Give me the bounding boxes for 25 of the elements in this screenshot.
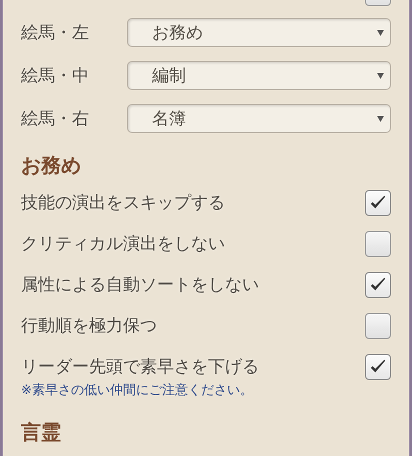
- field-label: 絵馬・中: [21, 65, 90, 87]
- section-heading: お務め: [21, 152, 82, 179]
- checkmark-icon: [369, 194, 387, 212]
- checkbox[interactable]: [365, 272, 391, 298]
- dropdown[interactable]: 名簿: [127, 104, 391, 133]
- checkbox[interactable]: [365, 312, 391, 338]
- checkbox[interactable]: [365, 230, 391, 256]
- dropdown[interactable]: 編制: [127, 61, 391, 90]
- option-label: 属性による自動ソートをしない: [21, 274, 259, 296]
- caret-icon: [377, 30, 384, 36]
- option-label: リーダー先頭で素早さを下げる: [21, 356, 259, 378]
- checkmark-icon: [369, 358, 387, 376]
- note-text: ※素早さの低い仲間にご注意ください。: [21, 382, 254, 399]
- dropdown[interactable]: お務め: [127, 18, 391, 47]
- caret-icon: [377, 72, 384, 78]
- option-label: クリティカル演出をしない: [21, 233, 225, 255]
- option-label: 技能の演出をスキップする: [21, 192, 225, 214]
- checkbox[interactable]: [365, 354, 391, 380]
- checkmark-icon: [369, 276, 387, 294]
- checkbox[interactable]: [365, 190, 391, 216]
- section-heading: 言霊: [21, 419, 62, 446]
- field-label: 絵馬・左: [21, 22, 90, 44]
- option-label: 行動順を極力保つ: [21, 315, 157, 337]
- field-label: 絵馬・右: [21, 108, 90, 130]
- caret-icon: [377, 116, 384, 122]
